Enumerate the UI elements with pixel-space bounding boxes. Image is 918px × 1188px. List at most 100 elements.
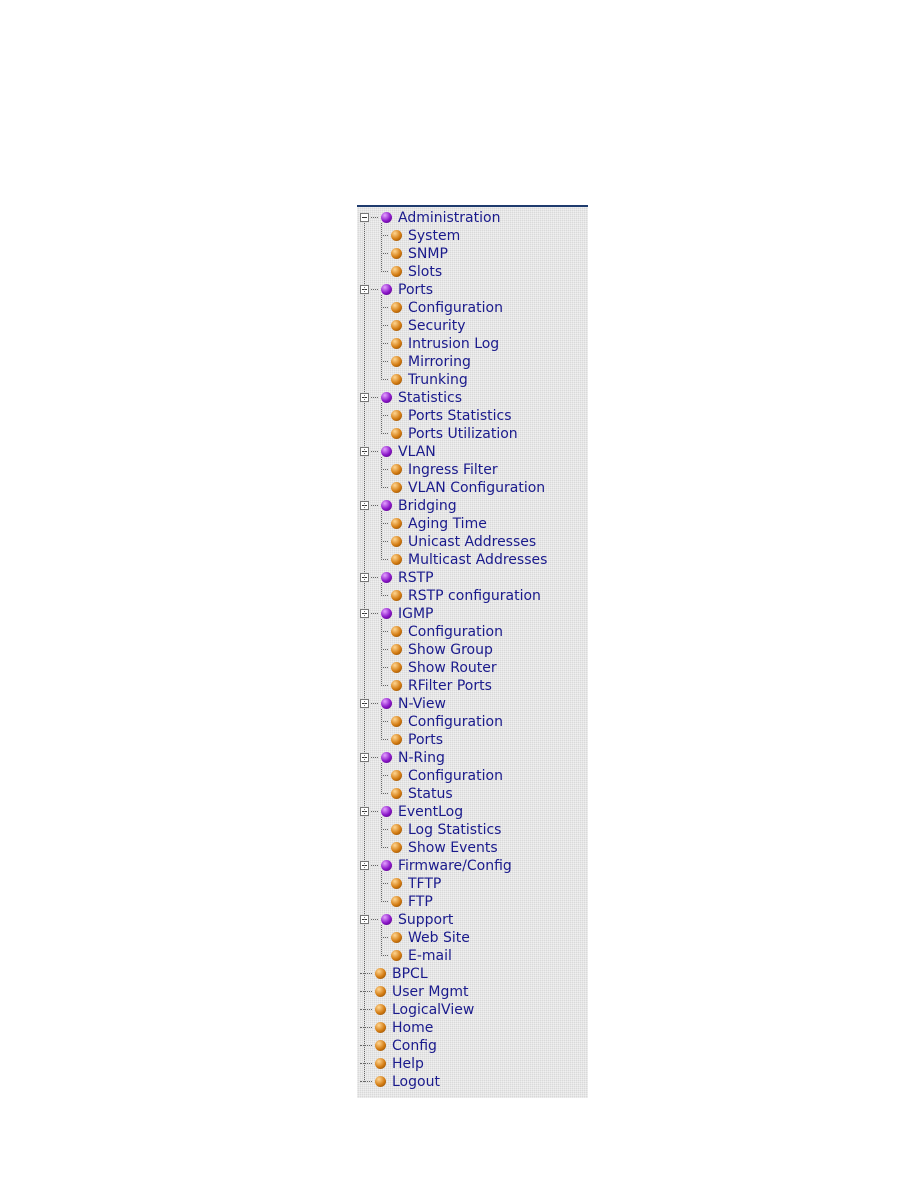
tree-item-label[interactable]: Status bbox=[408, 786, 453, 802]
tree-item-configuration[interactable]: Configuration bbox=[381, 623, 503, 641]
tree-group-label[interactable]: IGMP bbox=[398, 606, 434, 622]
tree-item-label[interactable]: Show Events bbox=[408, 840, 498, 856]
tree-item-label[interactable]: Aging Time bbox=[408, 516, 487, 532]
tree-item-status[interactable]: Status bbox=[381, 785, 453, 803]
tree-item-label[interactable]: E-mail bbox=[408, 948, 452, 964]
tree-item-label[interactable]: Intrusion Log bbox=[408, 336, 499, 352]
tree-group-statistics[interactable]: Statistics bbox=[360, 389, 462, 407]
tree-group-n-view[interactable]: N-View bbox=[360, 695, 446, 713]
tree-item-show-events[interactable]: Show Events bbox=[381, 839, 498, 857]
tree-item-web-site[interactable]: Web Site bbox=[381, 929, 470, 947]
tree-item-intrusion-log[interactable]: Intrusion Log bbox=[381, 335, 499, 353]
tree-item-unicast-addresses[interactable]: Unicast Addresses bbox=[381, 533, 536, 551]
tree-item-label[interactable]: FTP bbox=[408, 894, 433, 910]
tree-group-label[interactable]: RSTP bbox=[398, 570, 434, 586]
tree-group-label[interactable]: VLAN bbox=[398, 444, 436, 460]
tree-item-label[interactable]: Log Statistics bbox=[408, 822, 501, 838]
tree-item-label[interactable]: Security bbox=[408, 318, 466, 334]
tree-item-mirroring[interactable]: Mirroring bbox=[381, 353, 471, 371]
tree-group-vlan[interactable]: VLAN bbox=[360, 443, 436, 461]
tree-group-eventlog[interactable]: EventLog bbox=[360, 803, 463, 821]
child-connector-line bbox=[381, 763, 382, 794]
tree-group-label[interactable]: Statistics bbox=[398, 390, 462, 406]
tree-item-label[interactable]: Ports Statistics bbox=[408, 408, 512, 424]
tree-item-tftp[interactable]: TFTP bbox=[381, 875, 441, 893]
tree-item-snmp[interactable]: SNMP bbox=[381, 245, 448, 263]
tree-group-label[interactable]: EventLog bbox=[398, 804, 463, 820]
tree-item-rfilter-ports[interactable]: RFilter Ports bbox=[381, 677, 492, 695]
tree-item-slots[interactable]: Slots bbox=[381, 263, 442, 281]
tree-item-log-statistics[interactable]: Log Statistics bbox=[381, 821, 501, 839]
tree-item-security[interactable]: Security bbox=[381, 317, 466, 335]
tree-group-label[interactable]: Bridging bbox=[398, 498, 457, 514]
tree-item-show-router[interactable]: Show Router bbox=[381, 659, 497, 677]
tree-link-label[interactable]: User Mgmt bbox=[392, 984, 468, 1000]
tree-item-label[interactable]: Configuration bbox=[408, 714, 503, 730]
tree-link-logout[interactable]: Logout bbox=[360, 1073, 440, 1091]
tree-item-ports-utilization[interactable]: Ports Utilization bbox=[381, 425, 518, 443]
tree-link-label[interactable]: BPCL bbox=[392, 966, 428, 982]
tree-link-bpcl[interactable]: BPCL bbox=[360, 965, 428, 983]
collapse-toggle-icon[interactable] bbox=[360, 213, 369, 222]
tree-item-aging-time[interactable]: Aging Time bbox=[381, 515, 487, 533]
tree-group-label[interactable]: Administration bbox=[398, 210, 500, 226]
tree-item-label[interactable]: Show Group bbox=[408, 642, 493, 658]
tree-group-bridging[interactable]: Bridging bbox=[360, 497, 457, 515]
tree-group-label[interactable]: N-View bbox=[398, 696, 446, 712]
tree-item-label[interactable]: Configuration bbox=[408, 300, 503, 316]
tree-group-n-ring[interactable]: N-Ring bbox=[360, 749, 445, 767]
tree-group-label[interactable]: Firmware/Config bbox=[398, 858, 512, 874]
tree-item-label[interactable]: Multicast Addresses bbox=[408, 552, 547, 568]
tree-item-label[interactable]: RFilter Ports bbox=[408, 678, 492, 694]
tree-item-configuration[interactable]: Configuration bbox=[381, 299, 503, 317]
tree-link-label[interactable]: Home bbox=[392, 1020, 433, 1036]
tree-item-label[interactable]: Ports bbox=[408, 732, 443, 748]
tree-item-label[interactable]: TFTP bbox=[408, 876, 441, 892]
tree-item-label[interactable]: VLAN Configuration bbox=[408, 480, 545, 496]
tree-item-label[interactable]: Configuration bbox=[408, 768, 503, 784]
tree-item-ports-statistics[interactable]: Ports Statistics bbox=[381, 407, 512, 425]
tree-item-label[interactable]: Slots bbox=[408, 264, 442, 280]
tree-group-label[interactable]: Ports bbox=[398, 282, 433, 298]
tree-link-help[interactable]: Help bbox=[360, 1055, 424, 1073]
tree-item-show-group[interactable]: Show Group bbox=[381, 641, 493, 659]
tree-group-ports[interactable]: Ports bbox=[360, 281, 433, 299]
tree-group-label[interactable]: Support bbox=[398, 912, 453, 928]
tree-link-user-mgmt[interactable]: User Mgmt bbox=[360, 983, 468, 1001]
tree-item-label[interactable]: Unicast Addresses bbox=[408, 534, 536, 550]
tree-link-config[interactable]: Config bbox=[360, 1037, 437, 1055]
tree-group-support[interactable]: Support bbox=[360, 911, 453, 929]
tree-item-label[interactable]: SNMP bbox=[408, 246, 448, 262]
tree-item-configuration[interactable]: Configuration bbox=[381, 767, 503, 785]
tree-group-label[interactable]: N-Ring bbox=[398, 750, 445, 766]
tree-item-label[interactable]: Configuration bbox=[408, 624, 503, 640]
tree-item-ftp[interactable]: FTP bbox=[381, 893, 433, 911]
tree-item-label[interactable]: RSTP configuration bbox=[408, 588, 541, 604]
tree-link-home[interactable]: Home bbox=[360, 1019, 433, 1037]
tree-item-rstp-configuration[interactable]: RSTP configuration bbox=[381, 587, 541, 605]
tree-link-label[interactable]: LogicalView bbox=[392, 1002, 474, 1018]
tree-item-label[interactable]: Ingress Filter bbox=[408, 462, 498, 478]
tree-group-firmware-config[interactable]: Firmware/Config bbox=[360, 857, 512, 875]
tree-link-label[interactable]: Help bbox=[392, 1056, 424, 1072]
tree-item-ingress-filter[interactable]: Ingress Filter bbox=[381, 461, 498, 479]
tree-item-multicast-addresses[interactable]: Multicast Addresses bbox=[381, 551, 547, 569]
tree-item-label[interactable]: Ports Utilization bbox=[408, 426, 518, 442]
tree-item-label[interactable]: Mirroring bbox=[408, 354, 471, 370]
navigation-tree: Administration System SNMP Slots Ports Config… bbox=[357, 205, 588, 1098]
tree-item-label[interactable]: System bbox=[408, 228, 460, 244]
tree-item-ports[interactable]: Ports bbox=[381, 731, 443, 749]
tree-item-label[interactable]: Show Router bbox=[408, 660, 497, 676]
tree-item-label[interactable]: Web Site bbox=[408, 930, 470, 946]
tree-item-e-mail[interactable]: E-mail bbox=[381, 947, 452, 965]
tree-link-label[interactable]: Config bbox=[392, 1038, 437, 1054]
tree-item-trunking[interactable]: Trunking bbox=[381, 371, 468, 389]
tree-item-vlan-configuration[interactable]: VLAN Configuration bbox=[381, 479, 545, 497]
tree-item-configuration[interactable]: Configuration bbox=[381, 713, 503, 731]
tree-link-logicalview[interactable]: LogicalView bbox=[360, 1001, 474, 1019]
tree-group-igmp[interactable]: IGMP bbox=[360, 605, 434, 623]
tree-link-label[interactable]: Logout bbox=[392, 1074, 440, 1090]
tree-group-rstp[interactable]: RSTP bbox=[360, 569, 434, 587]
tree-item-system[interactable]: System bbox=[381, 227, 460, 245]
tree-item-label[interactable]: Trunking bbox=[408, 372, 468, 388]
